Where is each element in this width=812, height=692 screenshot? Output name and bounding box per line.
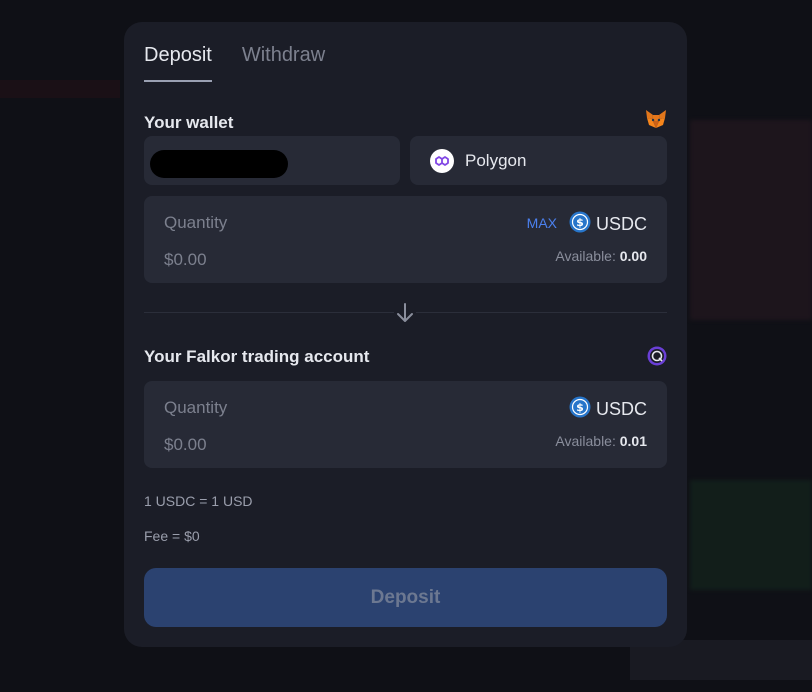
exchange-rate-text: 1 USDC = 1 USD — [144, 493, 253, 509]
available-value: 0.01 — [619, 433, 647, 449]
token-selector[interactable]: $ USDC — [569, 396, 647, 423]
destination-quantity-box: Quantity $0.00 $ USDC Available: 0.01 — [144, 381, 667, 468]
background-panel — [0, 80, 120, 98]
fee-text: Fee = $0 — [144, 528, 200, 544]
wallet-address-field[interactable] — [144, 136, 400, 185]
available-label: Available: — [555, 433, 616, 449]
tab-deposit[interactable]: Deposit — [144, 44, 212, 82]
quantity-label: Quantity — [164, 398, 228, 417]
deposit-modal: Deposit Withdraw Your wallet Polygon Qua… — [124, 22, 687, 647]
deposit-button[interactable]: Deposit — [144, 568, 667, 627]
usdc-icon: $ — [569, 211, 591, 238]
background-panel — [690, 120, 812, 320]
available-label: Available: — [555, 248, 616, 264]
metamask-fox-icon — [644, 108, 668, 130]
available-value: 0.00 — [619, 248, 647, 264]
available-balance: Available: 0.00 — [555, 248, 647, 264]
polygon-icon — [430, 148, 454, 173]
token-symbol: USDC — [595, 214, 647, 234]
arrow-down-icon — [394, 301, 416, 325]
background-panel — [690, 480, 812, 590]
network-label: Polygon — [465, 150, 527, 170]
destination-amount-input[interactable]: $0.00 — [164, 435, 207, 455]
svg-text:$: $ — [576, 401, 584, 414]
usdc-icon: $ — [569, 396, 591, 423]
tab-bar: Deposit Withdraw — [144, 44, 325, 82]
redacted-address — [150, 150, 288, 178]
quantity-label: Quantity — [164, 213, 228, 232]
source-amount-input[interactable]: $0.00 — [164, 250, 207, 270]
token-symbol: USDC — [595, 399, 647, 419]
available-balance: Available: 0.01 — [555, 433, 647, 449]
account-section-title: Your Falkor trading account — [144, 347, 370, 366]
wallet-section-title: Your wallet — [144, 113, 234, 132]
network-selector[interactable]: Polygon — [410, 136, 667, 185]
source-quantity-box: Quantity $0.00 MAX $ USDC Available: 0.0… — [144, 196, 667, 283]
svg-text:$: $ — [576, 216, 584, 229]
falkor-logo-icon — [646, 345, 668, 367]
token-selector[interactable]: $ USDC — [569, 211, 647, 238]
tab-withdraw[interactable]: Withdraw — [242, 44, 325, 82]
max-button[interactable]: MAX — [527, 215, 557, 231]
